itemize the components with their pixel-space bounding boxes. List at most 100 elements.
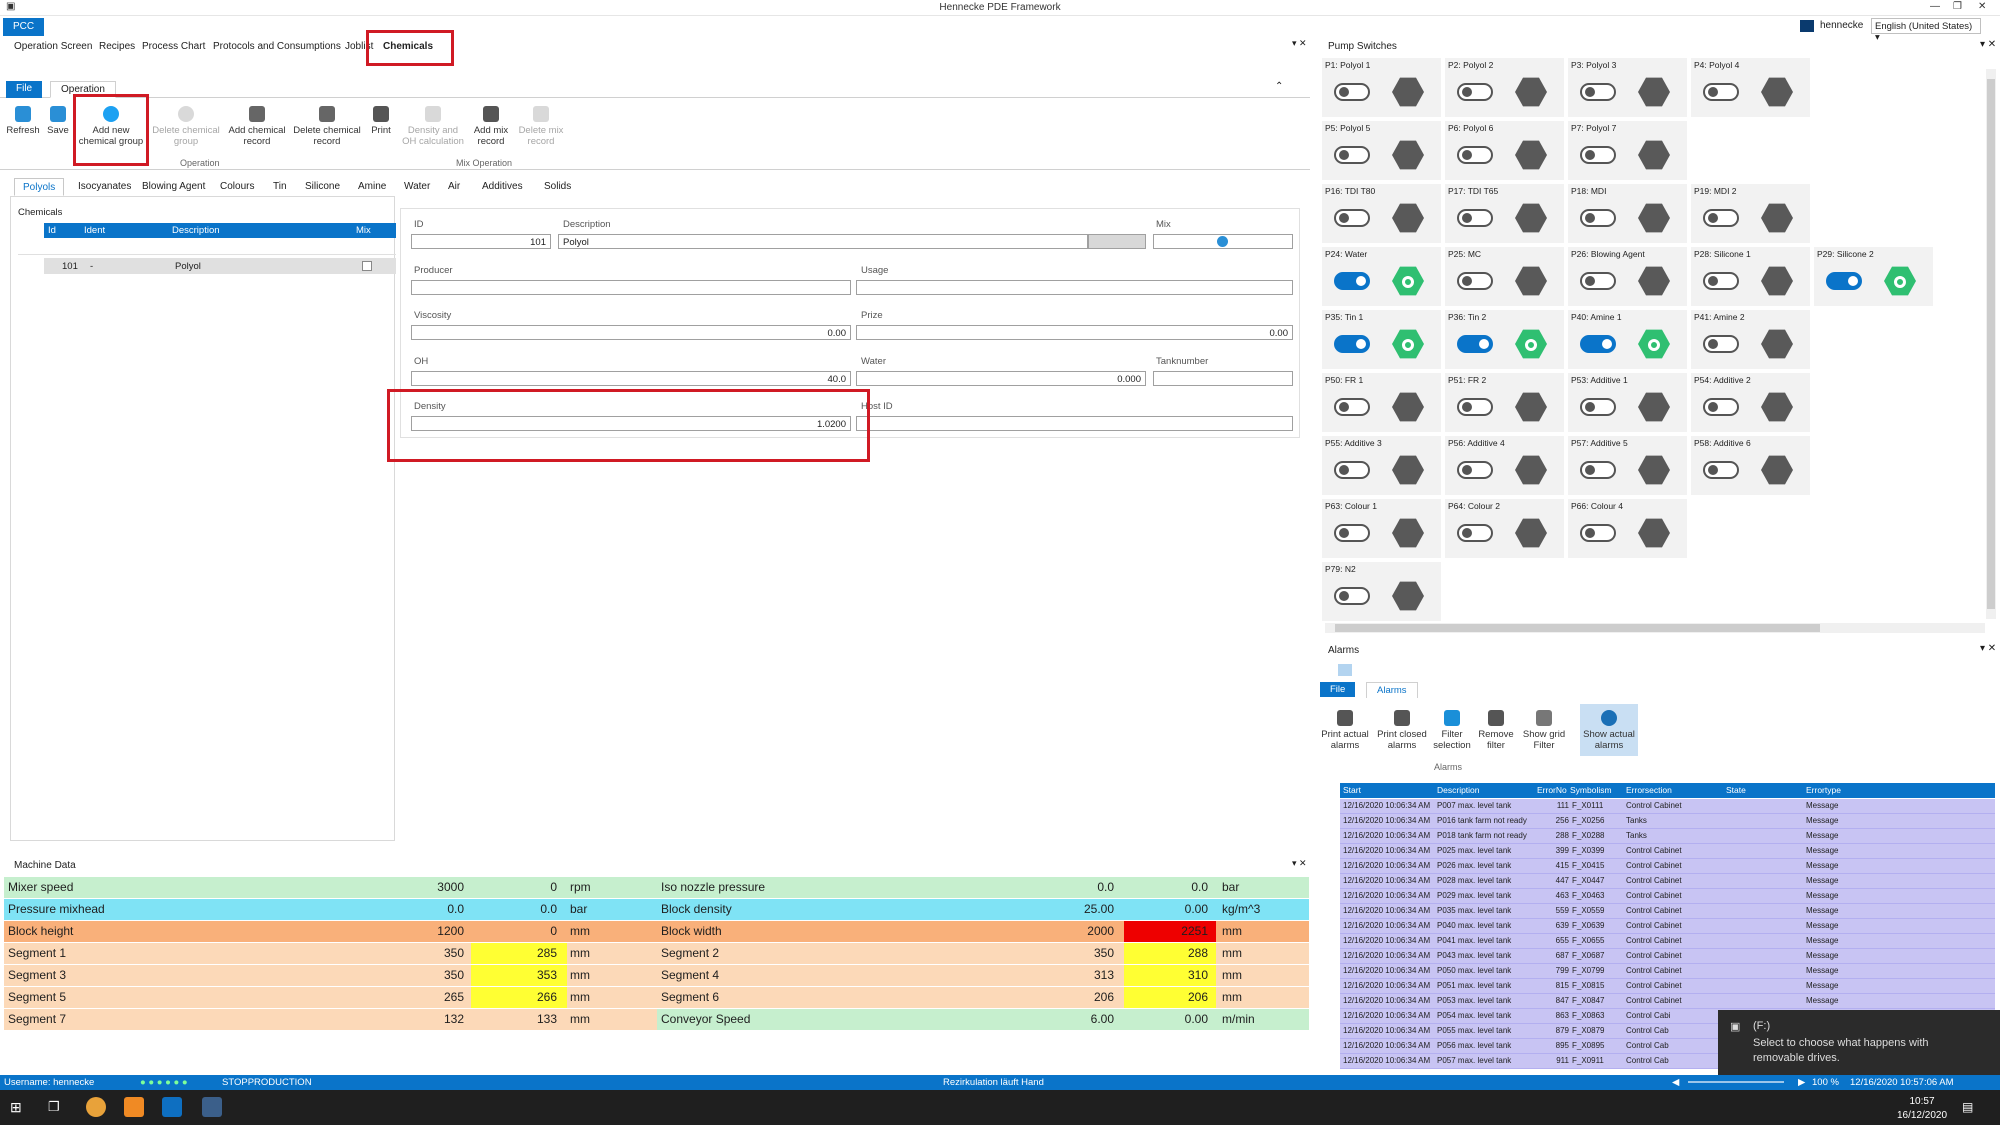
pump-toggle[interactable] xyxy=(1457,524,1493,542)
pump-toggle[interactable] xyxy=(1580,461,1616,479)
pump-toggle[interactable] xyxy=(1826,272,1862,290)
pump-toggle[interactable] xyxy=(1334,209,1370,227)
tab-solids[interactable]: Solids xyxy=(536,178,579,196)
notification-toast[interactable]: ▣ (F:) Select to choose what happens wit… xyxy=(1718,1010,2000,1075)
filter-selection-button[interactable]: Filter selection xyxy=(1432,710,1472,751)
pump-toggle[interactable] xyxy=(1334,272,1370,290)
pump-toggle[interactable] xyxy=(1580,335,1616,353)
pump-toggle[interactable] xyxy=(1334,461,1370,479)
teamviewer-icon[interactable] xyxy=(162,1097,182,1117)
pump-toggle[interactable] xyxy=(1334,335,1370,353)
alarm-row[interactable]: 12/16/2020 10:06:34 AM P041 max. level ta… xyxy=(1340,934,1995,949)
alarm-row[interactable]: 12/16/2020 10:06:34 AM P028 max. level ta… xyxy=(1340,874,1995,889)
pump-toggle[interactable] xyxy=(1580,524,1616,542)
pump-toggle[interactable] xyxy=(1703,272,1739,290)
task-view-icon[interactable]: ❐ xyxy=(48,1099,60,1115)
windows-start-icon[interactable]: ⊞ xyxy=(10,1099,22,1116)
app-icon-orange[interactable] xyxy=(124,1097,144,1117)
col-state[interactable]: State xyxy=(1726,785,1746,795)
pump-toggle[interactable] xyxy=(1457,398,1493,416)
alarms-tab-alarms[interactable]: Alarms xyxy=(1366,682,1418,698)
pump-toggle[interactable] xyxy=(1580,146,1616,164)
table-row[interactable]: 101 - Polyol xyxy=(44,258,396,274)
alarms-tab-file[interactable]: File xyxy=(1320,682,1356,697)
firefox-icon[interactable] xyxy=(86,1097,106,1117)
pump-toggle[interactable] xyxy=(1580,209,1616,227)
delete-mix-record-button[interactable]: Delete mix record xyxy=(518,106,564,147)
horizontal-scrollbar[interactable] xyxy=(1325,623,1985,633)
col-description[interactable]: Description xyxy=(172,225,220,236)
remove-filter-button[interactable]: Remove filter xyxy=(1476,710,1516,751)
scrollbar-thumb[interactable] xyxy=(1335,624,1820,632)
pump-toggle[interactable] xyxy=(1457,335,1493,353)
pump-toggle[interactable] xyxy=(1457,461,1493,479)
mix-field[interactable] xyxy=(1153,234,1293,249)
pump-toggle[interactable] xyxy=(1703,209,1739,227)
tab-silicone[interactable]: Silicone xyxy=(297,178,348,196)
machine-data-pin-icon[interactable]: ▾ ✕ xyxy=(1292,858,1307,869)
col-errortype[interactable]: Errortype xyxy=(1806,785,1841,795)
pump-toggle[interactable] xyxy=(1703,398,1739,416)
vscroll-thumb[interactable] xyxy=(1987,79,1995,609)
oh-field[interactable]: 40.0 xyxy=(411,371,851,386)
add-chemical-record-button[interactable]: Add chemical record xyxy=(226,106,288,147)
ribbon-tab-file[interactable]: File xyxy=(6,81,43,98)
zoom-out-icon[interactable]: ◀ xyxy=(1672,1077,1679,1088)
pump-toggle[interactable] xyxy=(1334,524,1370,542)
zoom-slider[interactable] xyxy=(1688,1081,1784,1083)
producer-select[interactable] xyxy=(411,280,851,295)
alarm-row[interactable]: 12/16/2020 10:06:34 AM P025 max. level ta… xyxy=(1340,844,1995,859)
pump-toggle[interactable] xyxy=(1580,398,1616,416)
pump-toggle[interactable] xyxy=(1703,461,1739,479)
tab-water[interactable]: Water xyxy=(396,178,438,196)
show-actual-alarms-button[interactable]: Show actual alarms xyxy=(1580,704,1638,756)
save-button[interactable]: Save xyxy=(44,106,72,136)
print-closed-alarms-button[interactable]: Print closed alarms xyxy=(1376,710,1428,751)
filter-row[interactable] xyxy=(18,241,396,255)
alarm-row[interactable]: 12/16/2020 10:06:34 AM P035 max. level ta… xyxy=(1340,904,1995,919)
alarm-row[interactable]: 12/16/2020 10:06:34 AM P050 max. level ta… xyxy=(1340,964,1995,979)
pump-toggle[interactable] xyxy=(1703,335,1739,353)
pump-toggle[interactable] xyxy=(1457,83,1493,101)
tab-operation-screen[interactable]: Operation Screen xyxy=(14,41,92,52)
restore-button[interactable]: ❐ xyxy=(1953,1,1962,12)
pump-panel-pin-icon[interactable]: ▾ ✕ xyxy=(1980,39,1996,50)
delete-chemical-group-button[interactable]: Delete chemical group xyxy=(150,106,222,147)
pump-toggle[interactable] xyxy=(1457,146,1493,164)
prize-field[interactable]: 0.00 xyxy=(856,325,1293,340)
refresh-button[interactable]: Refresh xyxy=(6,106,40,136)
alarm-row[interactable]: 12/16/2020 10:06:34 AM P007 max. level ta… xyxy=(1340,799,1995,814)
quick-access-icon[interactable] xyxy=(1338,664,1352,676)
pcc-button[interactable]: PCC xyxy=(3,18,44,36)
alarm-row[interactable]: 12/16/2020 10:06:34 AM P016 tank farm not… xyxy=(1340,814,1995,829)
zoom-in-icon[interactable]: ▶ xyxy=(1798,1077,1805,1088)
delete-chemical-record-button[interactable]: Delete chemical record xyxy=(292,106,362,147)
show-grid-filter-button[interactable]: Show grid Filter xyxy=(1522,710,1566,751)
pump-toggle[interactable] xyxy=(1334,587,1370,605)
pump-toggle[interactable] xyxy=(1334,146,1370,164)
language-select[interactable]: English (United States) ▾ xyxy=(1871,18,1981,43)
pump-toggle[interactable] xyxy=(1457,272,1493,290)
col-description[interactable]: Description xyxy=(1437,785,1480,795)
col-errorno[interactable]: ErrorNo xyxy=(1537,785,1567,795)
minimize-button[interactable]: — xyxy=(1930,1,1940,12)
col-id[interactable]: Id xyxy=(48,225,56,236)
print-actual-alarms-button[interactable]: Print actual alarms xyxy=(1320,710,1370,751)
pin-icon[interactable]: ▾ ✕ xyxy=(1292,38,1307,49)
tab-polyols[interactable]: Polyols xyxy=(14,178,65,196)
pump-toggle[interactable] xyxy=(1334,83,1370,101)
tanknumber-field[interactable] xyxy=(1153,371,1293,386)
pump-toggle[interactable] xyxy=(1334,398,1370,416)
description-button[interactable] xyxy=(1088,234,1146,249)
density-oh-calc-button[interactable]: Density and OH calculation xyxy=(402,106,464,147)
alarm-row[interactable]: 12/16/2020 10:06:34 AM P053 max. level ta… xyxy=(1340,994,1995,1009)
pump-toggle[interactable] xyxy=(1580,272,1616,290)
vertical-scrollbar[interactable] xyxy=(1986,69,1996,619)
tab-protocols[interactable]: Protocols and Consumptions xyxy=(213,41,341,52)
print-button[interactable]: Print xyxy=(366,106,396,136)
tab-blowing-agent[interactable]: Blowing Agent xyxy=(134,178,213,196)
pump-toggle[interactable] xyxy=(1457,209,1493,227)
pde-framework-icon[interactable] xyxy=(202,1097,222,1117)
collapse-ribbon-icon[interactable]: ⌃ xyxy=(1275,81,1283,92)
add-mix-record-button[interactable]: Add mix record xyxy=(468,106,514,147)
